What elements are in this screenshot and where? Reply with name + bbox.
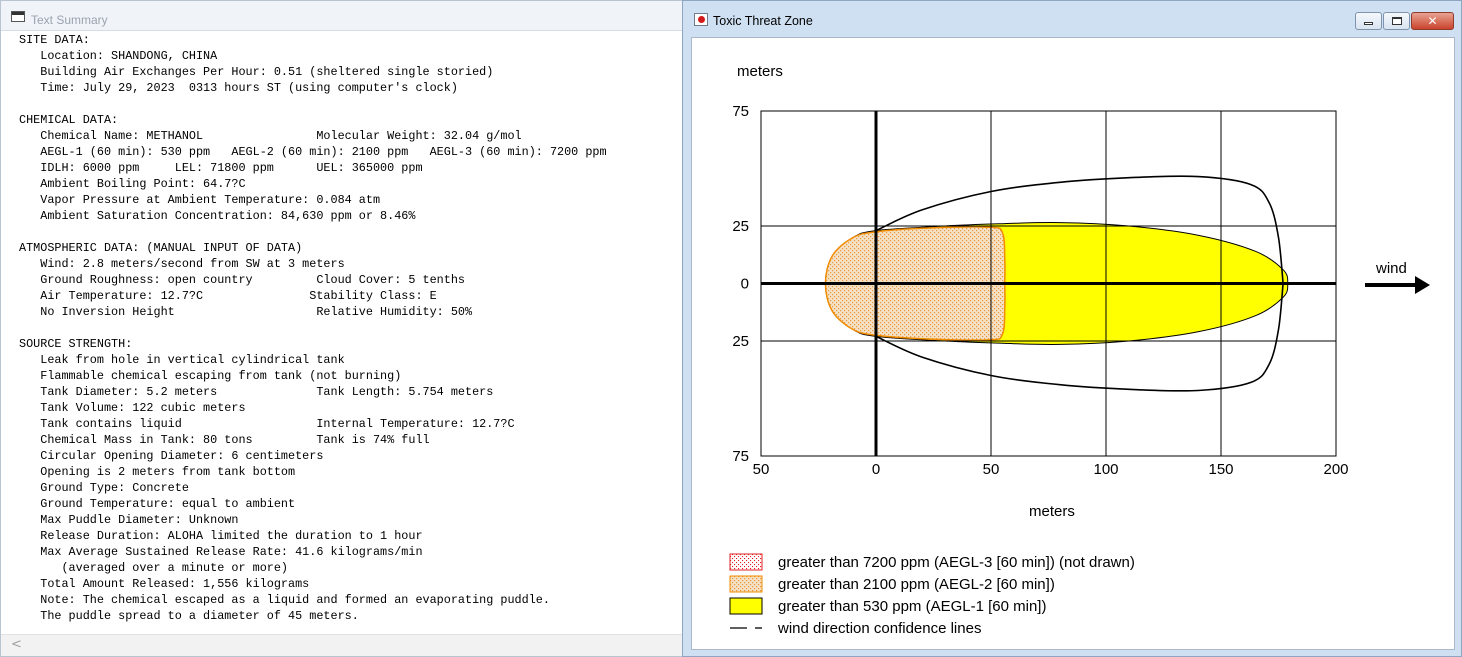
summary-line: Release Duration: ALOHA limited the dura… xyxy=(19,529,423,543)
summary-line: Ambient Saturation Concentration: 84,630… xyxy=(19,209,416,223)
legend-label: wind direction confidence lines xyxy=(777,620,981,637)
x-tick-label: 50 xyxy=(983,461,1000,478)
summary-line: (averaged over a minute or more) xyxy=(19,561,289,575)
x-axis-label: meters xyxy=(1029,503,1075,520)
y-axis-label: meters xyxy=(737,63,783,80)
summary-line: Ground Roughness: open country Cloud Cov… xyxy=(19,273,465,287)
summary-line: Ambient Boiling Point: 64.7?C xyxy=(19,177,246,191)
x-tick-label: 150 xyxy=(1208,461,1233,478)
y-tick-label: 25 xyxy=(732,333,749,350)
summary-line: Wind: 2.8 meters/second from SW at 3 met… xyxy=(19,257,345,271)
threat-zone-chart: 50 0 50 100 150 200 75 25 0 25 75 meters meters wi… xyxy=(729,63,1430,637)
summary-line: Tank Diameter: 5.2 meters Tank Length: 5… xyxy=(19,385,494,399)
summary-line: Opening is 2 meters from tank bottom xyxy=(19,465,296,479)
summary-line: IDLH: 6000 ppm LEL: 71800 ppm UEL: 36500… xyxy=(19,161,423,175)
summary-line: ATMOSPHERIC DATA: (MANUAL INPUT OF DATA) xyxy=(19,241,303,255)
summary-line: Time: July 29, 2023 0313 hours ST (using… xyxy=(19,81,458,95)
threat-zone-plot-area: 50 0 50 100 150 200 75 25 0 25 75 meters meters wi… xyxy=(691,37,1455,650)
wind-label: wind xyxy=(1375,260,1407,277)
legend-swatch-yellow xyxy=(729,597,763,615)
summary-line: Building Air Exchanges Per Hour: 0.51 (s… xyxy=(19,65,494,79)
legend-label: greater than 7200 ppm (AEGL-3 [60 min]) … xyxy=(778,554,1135,571)
scroll-left-icon[interactable]: < xyxy=(11,637,22,652)
summary-line xyxy=(19,320,681,336)
summary-line: Tank Volume: 122 cubic meters xyxy=(19,401,246,415)
summary-line: No Inversion Height Relative Humidity: 5… xyxy=(19,305,473,319)
summary-line: Max Puddle Diameter: Unknown xyxy=(19,513,239,527)
toxic-threat-zone-window: Toxic Threat Zone ✕ 50 0 50 100 150 200 … xyxy=(682,0,1462,657)
summary-line: Tank contains liquid Internal Temperatur… xyxy=(19,417,515,431)
legend: greater than 7200 ppm (AEGL-3 [60 min]) … xyxy=(729,553,1135,637)
minimize-button[interactable] xyxy=(1355,12,1382,30)
summary-line: Vapor Pressure at Ambient Temperature: 0… xyxy=(19,193,381,207)
x-tick-label: 200 xyxy=(1323,461,1348,478)
summary-line: AEGL-1 (60 min): 530 ppm AEGL-2 (60 min)… xyxy=(19,145,607,159)
legend-label: greater than 2100 ppm (AEGL-2 [60 min]) xyxy=(778,576,1055,593)
summary-text: SITE DATA: Location: SHANDONG, CHINA Bui… xyxy=(19,32,681,632)
legend-label: greater than 530 ppm (AEGL-1 [60 min]) xyxy=(778,598,1046,615)
summary-line: Total Amount Released: 1,556 kilograms xyxy=(19,577,310,591)
summary-line: SITE DATA: xyxy=(19,33,90,47)
summary-line xyxy=(19,224,681,240)
aloha-icon xyxy=(694,13,708,26)
maximize-button[interactable] xyxy=(1383,12,1410,30)
summary-line: CHEMICAL DATA: xyxy=(19,113,119,127)
summary-line xyxy=(19,96,681,112)
legend-swatch-orange-dots xyxy=(729,575,763,593)
window-icon xyxy=(11,11,25,22)
close-button[interactable]: ✕ xyxy=(1411,12,1454,30)
summary-line: Leak from hole in vertical cylindrical t… xyxy=(19,353,345,367)
legend-swatch-red-dots xyxy=(729,553,763,571)
x-tick-label: 50 xyxy=(753,461,770,478)
summary-line: The puddle spread to a diameter of 45 me… xyxy=(19,609,359,623)
y-tick-label: 0 xyxy=(741,276,749,293)
text-summary-window: Text Summary SITE DATA: Location: SHANDO… xyxy=(0,0,683,657)
threat-title: Toxic Threat Zone xyxy=(713,14,813,28)
close-icon: ✕ xyxy=(1427,14,1438,28)
wind-arrow-icon xyxy=(1365,276,1430,294)
summary-line: Location: SHANDONG, CHINA xyxy=(19,49,218,63)
summary-line: Chemical Name: METHANOL Molecular Weight… xyxy=(19,129,522,143)
summary-line: Air Temperature: 12.7?C Stability Class:… xyxy=(19,289,437,303)
summary-line: Circular Opening Diameter: 6 centimeters xyxy=(19,449,324,463)
minimize-icon xyxy=(1364,22,1373,25)
text-summary-titlebar[interactable]: Text Summary xyxy=(1,1,682,31)
text-summary-title: Text Summary xyxy=(31,13,108,27)
summary-line: Flammable chemical escaping from tank (n… xyxy=(19,369,402,383)
y-tick-label: 75 xyxy=(732,103,749,120)
y-tick-label: 25 xyxy=(732,218,749,235)
horizontal-scrollbar[interactable]: < xyxy=(1,634,682,656)
threat-titlebar[interactable]: Toxic Threat Zone ✕ xyxy=(683,1,1461,37)
summary-line: SOURCE STRENGTH: xyxy=(19,337,133,351)
summary-line: Max Average Sustained Release Rate: 41.6… xyxy=(19,545,423,559)
x-tick-label: 0 xyxy=(872,461,880,478)
summary-line: Ground Temperature: equal to ambient xyxy=(19,497,296,511)
summary-line: Chemical Mass in Tank: 80 tons Tank is 7… xyxy=(19,433,430,447)
summary-line: Note: The chemical escaped as a liquid a… xyxy=(19,593,550,607)
y-tick-label: 75 xyxy=(732,448,749,465)
summary-line: Ground Type: Concrete xyxy=(19,481,189,495)
x-tick-label: 100 xyxy=(1093,461,1118,478)
maximize-icon xyxy=(1391,17,1402,25)
